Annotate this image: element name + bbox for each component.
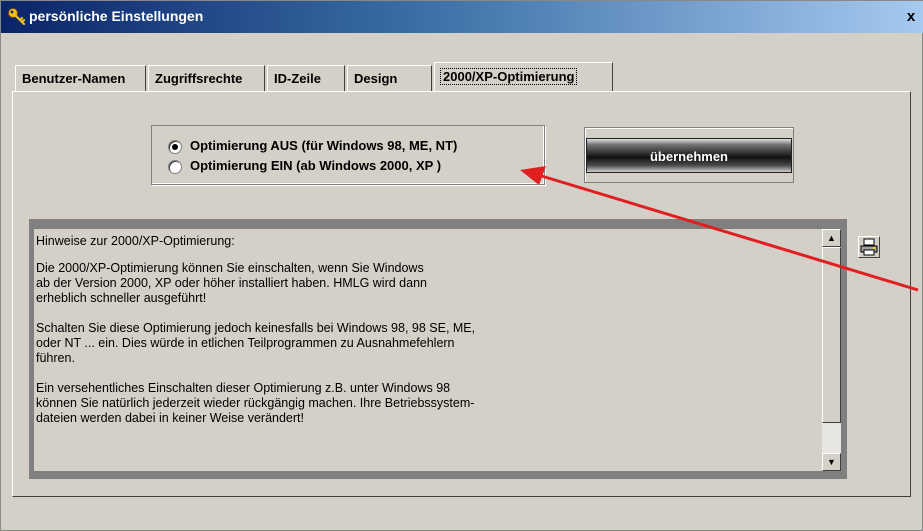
window-title: persönliche Einstellungen	[29, 8, 204, 24]
scroll-down-arrow-icon[interactable]: ▼	[822, 453, 841, 471]
tab-benutzer-namen[interactable]: Benutzer-Namen	[15, 65, 146, 91]
title-bar[interactable]: persönliche Einstellungen x	[1, 1, 923, 33]
scroll-up-arrow-icon[interactable]: ▲	[822, 229, 841, 247]
tab-2000-xp-optimierung[interactable]: 2000/XP-Optimierung	[434, 62, 613, 92]
info-paragraph: Die 2000/XP-Optimierung können Sie einsc…	[36, 261, 427, 305]
scroll-thumb[interactable]	[822, 247, 841, 423]
tab-label: ID-Zeile	[274, 71, 321, 86]
tab-design[interactable]: Design	[347, 65, 432, 91]
key-icon	[8, 8, 26, 26]
tab-label: Zugriffsrechte	[155, 71, 243, 86]
radio-label: Optimierung EIN (ab Windows 2000, XP )	[190, 158, 442, 173]
radio-button-checked[interactable]	[168, 140, 182, 154]
printer-icon	[860, 238, 878, 256]
info-paragraph: Ein versehentliches Einschalten dieser O…	[36, 381, 475, 425]
tab-zugriffsrechte[interactable]: Zugriffsrechte	[148, 65, 265, 91]
info-heading: Hinweise zur 2000/XP-Optimierung:	[36, 234, 235, 248]
info-scrollbar[interactable]: ▲ ▼	[822, 229, 841, 471]
tab-label: Benutzer-Namen	[22, 71, 126, 86]
info-paragraph: Schalten Sie diese Optimierung jedoch ke…	[36, 321, 476, 365]
tab-label: Design	[354, 71, 398, 86]
radio-label: Optimierung AUS (für Windows 98, ME, NT)	[190, 138, 458, 153]
apply-button[interactable]: übernehmen	[586, 138, 792, 173]
tab-label: 2000/XP-Optimierung	[439, 68, 578, 85]
print-button[interactable]	[858, 236, 880, 258]
radio-button-unchecked[interactable]	[168, 160, 182, 174]
radio-dot	[172, 144, 178, 150]
optimization-radio-group: Optimierung AUS (für Windows 98, ME, NT)…	[151, 125, 545, 185]
close-button[interactable]: x	[901, 8, 921, 26]
tab-id-zeile[interactable]: ID-Zeile	[267, 65, 345, 91]
info-textarea[interactable]: Hinweise zur 2000/XP-Optimierung: Die 20…	[34, 229, 822, 471]
settings-window: persönliche Einstellungen x Benutzer-Nam…	[0, 0, 923, 531]
